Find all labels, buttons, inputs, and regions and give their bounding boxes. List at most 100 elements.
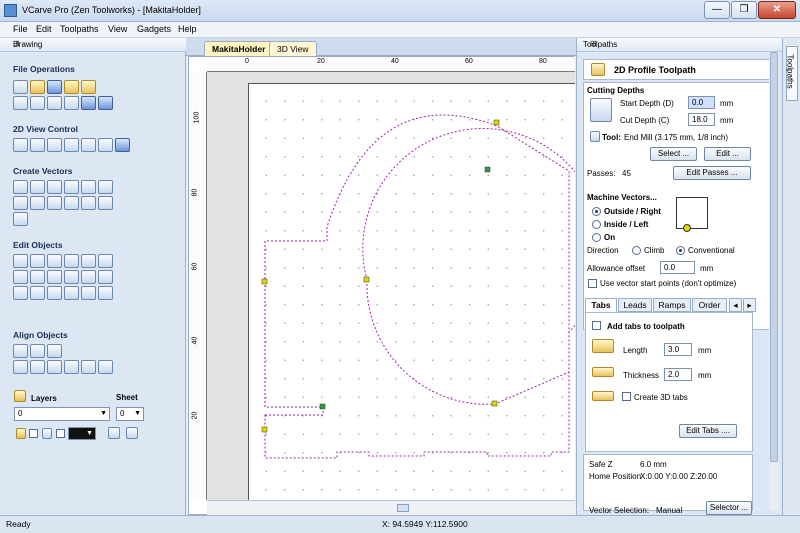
rectangle-icon[interactable] <box>47 180 62 194</box>
layer-lock-checkbox[interactable] <box>56 429 65 438</box>
menu-help[interactable]: Help <box>178 24 197 34</box>
menu-view[interactable]: View <box>108 24 127 34</box>
undo-icon[interactable] <box>81 96 96 110</box>
allowance-input[interactable]: 0.0 <box>660 261 695 274</box>
bulb-icon[interactable] <box>16 428 26 439</box>
toolpaths-side-tab[interactable]: Toolpaths <box>786 46 798 101</box>
menu-toolpaths[interactable]: Toolpaths <box>60 24 99 34</box>
selector-button[interactable]: Selector ... <box>706 501 752 515</box>
interactive-edit-icon[interactable] <box>64 254 79 268</box>
star-icon[interactable] <box>13 196 28 210</box>
grid-icon[interactable] <box>81 138 96 152</box>
conventional-radio[interactable] <box>676 246 685 255</box>
select-tool-button[interactable]: Select ... <box>650 147 697 161</box>
edit-passes-button[interactable]: Edit Passes ... <box>673 166 751 180</box>
select-icon[interactable] <box>13 254 28 268</box>
dimension-icon[interactable] <box>81 196 96 210</box>
tab-scroll-right-button[interactable]: ▸ <box>743 298 756 312</box>
toolpaths-scrollbar[interactable] <box>769 52 779 510</box>
tab-3d-view[interactable]: 3D View <box>269 41 317 56</box>
align-left-icon[interactable] <box>13 360 28 374</box>
add-tabs-checkbox[interactable] <box>592 321 601 330</box>
polyline-icon[interactable] <box>64 180 79 194</box>
align-hcenter-icon[interactable] <box>30 344 45 358</box>
measure-icon[interactable] <box>81 254 96 268</box>
draw-tool-icon[interactable] <box>13 212 28 226</box>
drawing-view[interactable]: 0 20 40 60 80 100 80 60 40 20 <box>188 56 575 515</box>
menu-gadgets[interactable]: Gadgets <box>137 24 171 34</box>
weld-icon[interactable] <box>13 286 28 300</box>
open-folder-icon[interactable] <box>64 80 79 94</box>
cut-icon[interactable] <box>30 96 45 110</box>
menu-file[interactable]: File <box>13 24 28 34</box>
tab-makitaholder[interactable]: MakitaHolder <box>204 41 274 56</box>
outside-right-radio[interactable] <box>592 207 601 216</box>
lock-icon[interactable] <box>42 428 52 439</box>
inside-left-radio[interactable] <box>592 220 601 229</box>
text-icon[interactable] <box>30 196 45 210</box>
size-icon[interactable] <box>30 270 45 284</box>
document-icon[interactable] <box>13 96 28 110</box>
subtract-icon[interactable] <box>30 286 45 300</box>
edit-tool-button[interactable]: Edit ... <box>704 147 751 161</box>
maximize-button[interactable]: ❐ <box>731 1 757 19</box>
menu-edit[interactable]: Edit <box>36 24 52 34</box>
pan-icon[interactable] <box>13 138 28 152</box>
import-icon[interactable] <box>81 80 96 94</box>
trim-icon[interactable] <box>98 286 113 300</box>
redo-icon[interactable] <box>98 96 113 110</box>
sheet-dropdown[interactable]: 0 ▼ <box>116 407 144 421</box>
pin-icon[interactable]: ⊞ <box>590 39 779 48</box>
intersect-icon[interactable] <box>47 286 62 300</box>
zoom-box-icon[interactable] <box>47 138 62 152</box>
smart-edit-icon[interactable] <box>98 254 113 268</box>
use-start-points-checkbox[interactable] <box>588 279 597 288</box>
thickness-input[interactable]: 2.0 <box>664 368 692 381</box>
toolpath-drawing[interactable] <box>207 72 575 500</box>
node-edit-icon[interactable] <box>30 254 45 268</box>
move-icon[interactable] <box>13 270 28 284</box>
distribute-h-icon[interactable] <box>81 360 96 374</box>
layer-dropdown[interactable]: 0 ▼ <box>14 407 110 421</box>
layer-color-picker[interactable]: ▼ <box>68 427 96 440</box>
align-right-icon[interactable] <box>30 360 45 374</box>
circle-icon[interactable] <box>13 180 28 194</box>
scrollbar-thumb[interactable] <box>770 52 778 462</box>
align-top-icon[interactable] <box>47 360 62 374</box>
tab-leads[interactable]: Leads <box>618 298 652 312</box>
length-input[interactable]: 3.0 <box>664 343 692 356</box>
align-center-icon[interactable] <box>13 344 28 358</box>
ellipse-icon[interactable] <box>30 180 45 194</box>
edit-tabs-button[interactable]: Edit Tabs .... <box>679 424 737 438</box>
layout-icon[interactable] <box>98 138 113 152</box>
distribute-v-icon[interactable] <box>98 360 113 374</box>
ungroup-icon[interactable] <box>98 270 113 284</box>
copy-icon[interactable] <box>47 96 62 110</box>
tab-order[interactable]: Order <box>692 298 727 312</box>
pin-icon[interactable]: ⊞ <box>13 39 182 48</box>
layer-properties-icon[interactable] <box>126 427 138 439</box>
array-icon[interactable] <box>98 196 113 210</box>
horizontal-scrollbar[interactable] <box>207 500 575 515</box>
align-bottom-icon[interactable] <box>64 360 79 374</box>
tab-ramps[interactable]: Ramps <box>653 298 691 312</box>
zoom-extents-icon[interactable] <box>64 138 79 152</box>
tab-tabs[interactable]: Tabs <box>585 298 617 312</box>
save-icon[interactable] <box>47 80 62 94</box>
offset-icon[interactable] <box>64 286 79 300</box>
scrollbar-grip[interactable] <box>397 504 409 512</box>
minimize-button[interactable]: — <box>704 1 730 19</box>
zoom-icon[interactable] <box>30 138 45 152</box>
align-icon[interactable] <box>64 270 79 284</box>
align-vcenter-icon[interactable] <box>47 344 62 358</box>
cut-depth-input[interactable]: 18.0 <box>688 113 715 126</box>
text-arc-icon[interactable] <box>64 196 79 210</box>
group-icon[interactable] <box>81 270 96 284</box>
open-file-icon[interactable] <box>30 80 45 94</box>
text-on-curve-icon[interactable] <box>47 196 62 210</box>
start-depth-input[interactable]: 0.0 <box>688 96 715 109</box>
paste-icon[interactable] <box>64 96 79 110</box>
create-3d-tabs-checkbox[interactable] <box>622 392 631 401</box>
climb-radio[interactable] <box>632 246 641 255</box>
curve-icon[interactable] <box>81 180 96 194</box>
